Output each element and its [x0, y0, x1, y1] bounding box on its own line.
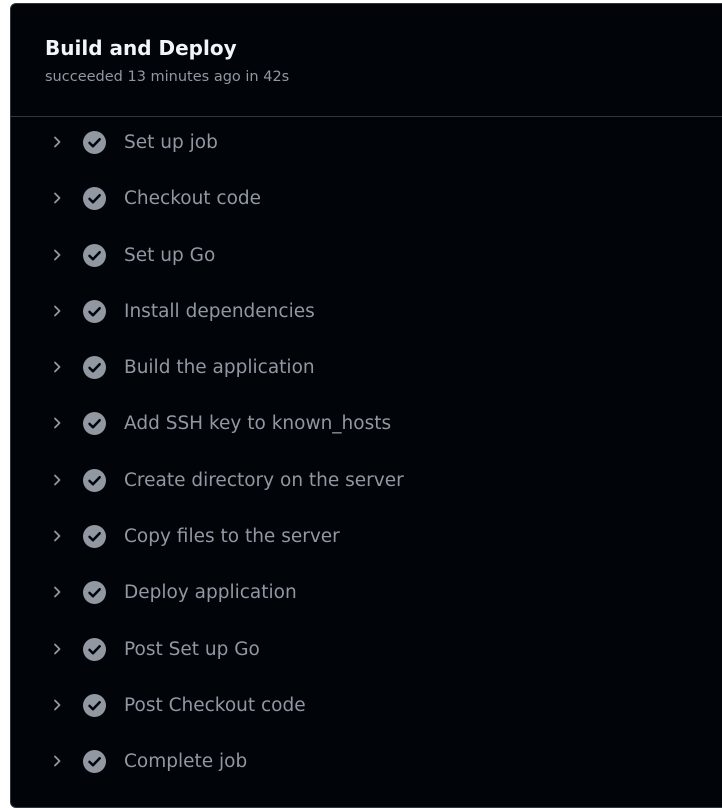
step-row[interactable]: Build the application	[11, 350, 722, 406]
step-row[interactable]: Checkout code	[11, 181, 722, 237]
step-label: Checkout code	[124, 188, 262, 210]
step-row[interactable]: Set up job	[11, 125, 722, 181]
step-label: Post Set up Go	[124, 638, 260, 660]
job-header: Build and Deploy succeeded 13 minutes ag…	[11, 4, 722, 117]
step-row[interactable]: Set up Go	[11, 238, 722, 294]
step-row[interactable]: Install dependencies	[11, 294, 722, 350]
step-row[interactable]: Add SSH key to known_hosts	[11, 406, 722, 462]
job-title: Build and Deploy	[45, 36, 237, 60]
step-row[interactable]: Post Checkout code	[11, 688, 722, 744]
step-row[interactable]: Post Set up Go	[11, 632, 722, 688]
step-label: Copy files to the server	[124, 526, 340, 548]
steps-list: Set up job Checkout code Set up Go Insta…	[11, 125, 722, 801]
step-label: Install dependencies	[124, 300, 315, 322]
step-label: Add SSH key to known_hosts	[124, 413, 392, 435]
step-label: Create directory on the server	[124, 469, 404, 491]
job-log-panel: Build and Deploy succeeded 13 minutes ag…	[10, 3, 722, 808]
step-label: Build the application	[124, 357, 315, 379]
step-row[interactable]: Copy files to the server	[11, 519, 722, 575]
step-label: Deploy application	[124, 582, 297, 604]
step-label: Complete job	[124, 751, 248, 773]
step-label: Set up Go	[124, 244, 216, 266]
step-row[interactable]: Deploy application	[11, 575, 722, 631]
step-label: Set up job	[124, 132, 218, 153]
job-status-summary: succeeded 13 minutes ago in 42s	[45, 69, 290, 85]
step-label: Post Checkout code	[124, 694, 306, 716]
step-row[interactable]: Create directory on the server	[11, 463, 722, 519]
step-row[interactable]: Complete job	[11, 744, 722, 800]
